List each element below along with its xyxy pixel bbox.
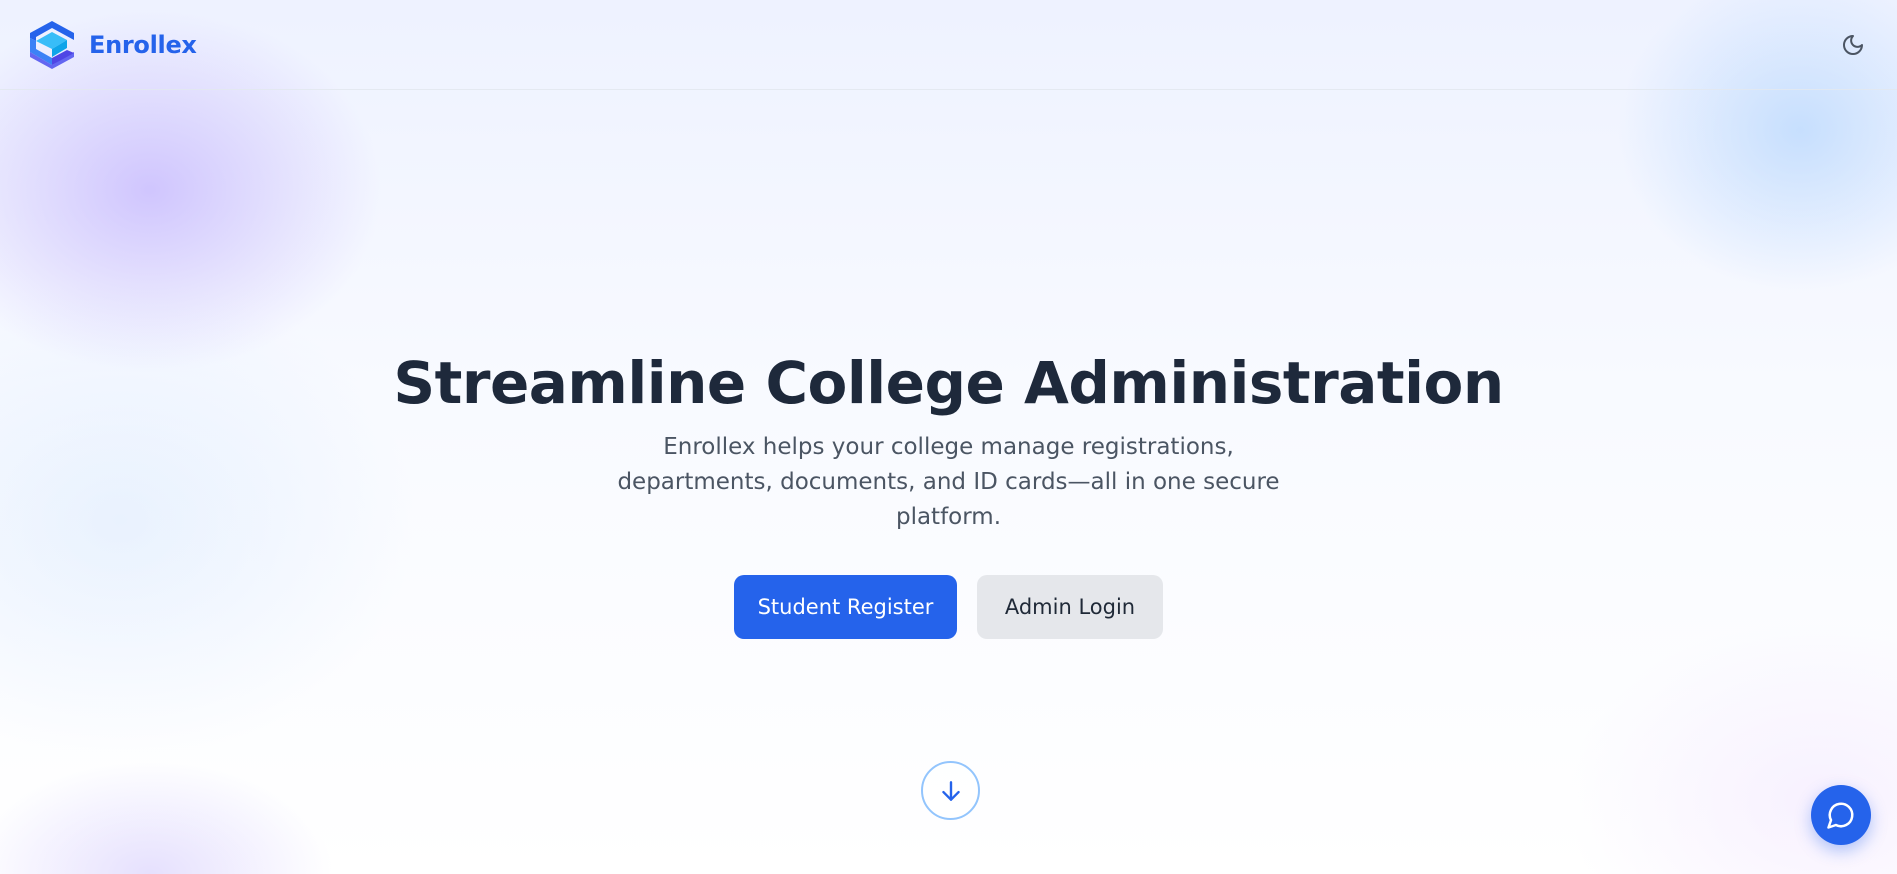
hero-section: Streamline College Administration Enroll… bbox=[0, 340, 1897, 639]
chat-widget-button[interactable] bbox=[1811, 785, 1871, 845]
enrollex-logo-icon bbox=[30, 20, 74, 69]
cta-buttons: Student Register Admin Login bbox=[734, 575, 1163, 639]
top-navbar: Enrollex bbox=[0, 0, 1897, 90]
brand-name: Enrollex bbox=[89, 30, 197, 59]
theme-toggle-button[interactable] bbox=[1833, 25, 1873, 65]
brand[interactable]: Enrollex bbox=[29, 20, 197, 70]
student-register-button[interactable]: Student Register bbox=[734, 575, 957, 639]
arrow-down-icon bbox=[941, 780, 960, 801]
scroll-down-button[interactable] bbox=[921, 761, 980, 820]
admin-login-button[interactable]: Admin Login bbox=[977, 575, 1163, 639]
moon-icon bbox=[1843, 34, 1863, 55]
hero-title: Streamline College Administration bbox=[393, 349, 1504, 417]
hero-subtitle: Enrollex helps your college manage regis… bbox=[617, 434, 1280, 530]
chat-bubble-icon bbox=[1827, 802, 1854, 829]
